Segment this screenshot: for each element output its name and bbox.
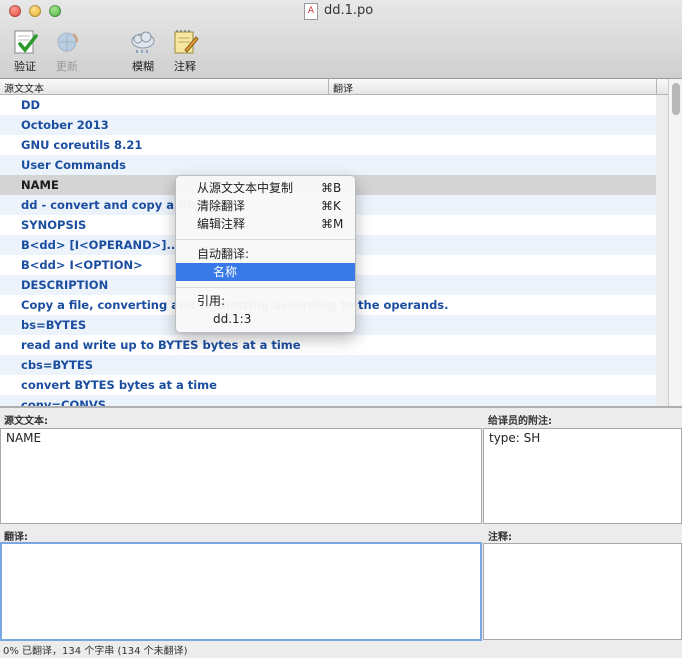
scrollbar-thumb[interactable] — [672, 83, 680, 115]
menu-separator — [176, 239, 355, 240]
column-divider — [656, 79, 657, 94]
source-text-view: NAME — [0, 428, 482, 524]
list-scrollbar[interactable] — [668, 79, 682, 407]
notepad-pencil-icon — [171, 28, 199, 56]
globe-refresh-icon — [53, 28, 81, 56]
update-label: 更新 — [56, 60, 78, 73]
translator-notes-value: type: SH — [489, 431, 541, 445]
menu-item-reference[interactable]: dd.1:3 — [176, 310, 355, 328]
list-item[interactable]: convert BYTES bytes at a time — [0, 375, 656, 395]
fuzzy-label: 模糊 — [132, 60, 154, 73]
menu-item-label: dd.1:3 — [213, 312, 252, 326]
document-icon: A — [304, 3, 318, 20]
menu-item-clear-translation[interactable]: 清除翻译 ⌘K — [176, 197, 355, 215]
menu-item-auto-translation[interactable]: 名称 — [176, 263, 355, 281]
close-window-button[interactable] — [9, 5, 21, 17]
cloud-icon — [129, 28, 157, 56]
update-button[interactable]: 更新 — [47, 28, 87, 74]
list-item[interactable]: User Commands — [0, 155, 656, 175]
translator-notes-view: type: SH — [483, 428, 682, 524]
menu-item-label: 从源文文本中复制 — [197, 181, 294, 195]
list-item[interactable]: cbs=BYTES — [0, 355, 656, 375]
list-item[interactable]: conv=CONVS — [0, 395, 656, 406]
list-item[interactable]: DD — [0, 95, 656, 115]
menu-item-edit-comment[interactable]: 编辑注释 ⌘M — [176, 215, 355, 233]
checkmark-document-icon — [11, 28, 39, 56]
list-header: 源文文本 翻译 — [0, 79, 668, 95]
menu-heading-auto-translate: 自动翻译: — [176, 245, 355, 263]
list-item[interactable]: October 2013 — [0, 115, 656, 135]
minimize-window-button[interactable] — [29, 5, 41, 17]
list-item[interactable]: read and write up to BYTES bytes at a ti… — [0, 335, 656, 355]
menu-item-label: 清除翻译 — [197, 199, 246, 213]
status-bar: 0% 已翻译，134 个字串 (134 个未翻译) — [3, 646, 188, 657]
menu-item-copy-from-source[interactable]: 从源文文本中复制 ⌘B — [176, 179, 355, 197]
comment-input[interactable] — [483, 543, 682, 640]
comment-panel-label: 注释: — [488, 532, 512, 543]
column-header-source[interactable]: 源文文本 — [4, 80, 44, 95]
source-text-value: NAME — [6, 431, 42, 445]
fuzzy-button[interactable]: 模糊 — [123, 28, 163, 74]
menu-item-label: 名称 — [213, 265, 238, 279]
translation-input[interactable] — [0, 542, 482, 641]
split-divider[interactable] — [0, 406, 682, 408]
column-divider[interactable] — [328, 79, 329, 94]
menu-separator — [176, 287, 355, 288]
column-header-translation[interactable]: 翻译 — [333, 80, 353, 95]
window-title: dd.1.po — [324, 3, 374, 18]
menu-item-label: 编辑注释 — [197, 217, 246, 231]
source-text-label: 源文文本: — [4, 416, 48, 427]
comment-value[interactable] — [484, 544, 681, 548]
menu-shortcut: ⌘K — [321, 199, 341, 213]
validate-button[interactable]: 验证 — [5, 28, 45, 74]
menu-heading-label: 引用: — [197, 294, 226, 308]
validate-label: 验证 — [14, 60, 36, 73]
comment-button[interactable]: 注释 — [165, 28, 205, 74]
menu-shortcut: ⌘M — [321, 217, 344, 231]
window-titlebar: A dd.1.po 验证 更新 模糊 注释 — [0, 0, 682, 79]
translator-notes-label: 给译员的附注: — [488, 416, 552, 427]
list-item[interactable]: GNU coreutils 8.21 — [0, 135, 656, 155]
zoom-window-button[interactable] — [49, 5, 61, 17]
menu-heading-label: 自动翻译: — [197, 247, 250, 261]
comment-label: 注释 — [174, 60, 196, 73]
context-menu: 从源文文本中复制 ⌘B 清除翻译 ⌘K 编辑注释 ⌘M 自动翻译: 名称 引用:… — [175, 175, 356, 333]
translation-value[interactable] — [2, 544, 480, 548]
menu-heading-references: 引用: — [176, 292, 355, 310]
menu-shortcut: ⌘B — [321, 181, 342, 195]
translation-label: 翻译: — [4, 532, 28, 543]
